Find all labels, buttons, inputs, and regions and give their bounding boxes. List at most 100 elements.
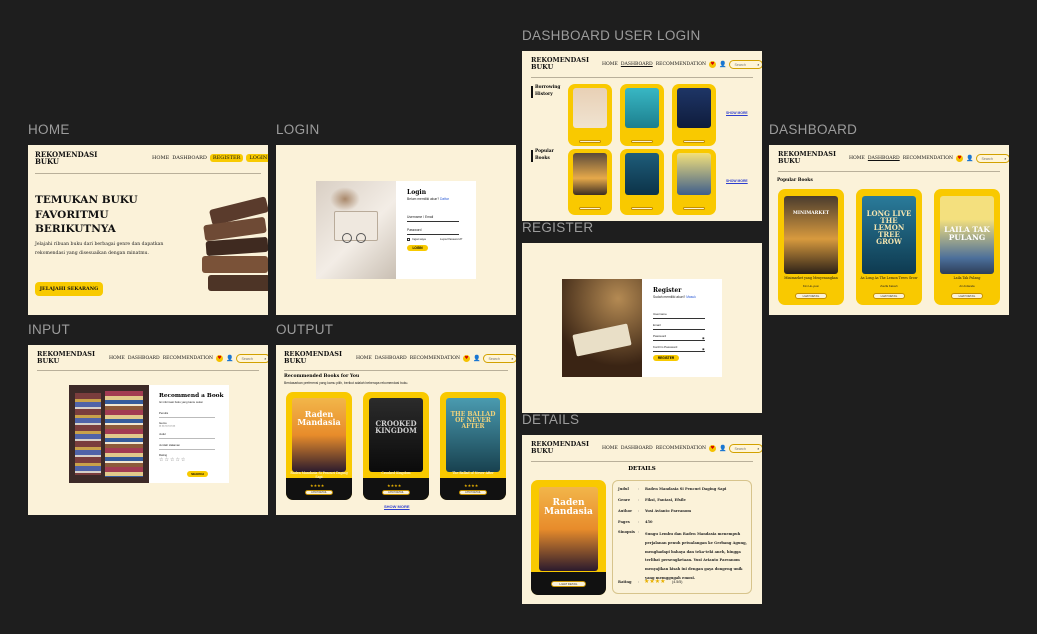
nav-recommendation[interactable]: RECOMMENDATION	[903, 156, 953, 161]
brand-logo[interactable]: REKOMENDASI BUKU	[35, 151, 99, 166]
rating-stars-input[interactable]: ☆☆☆☆☆	[159, 457, 186, 463]
nav-home[interactable]: HOME	[109, 356, 125, 361]
favorites-heart-icon[interactable]: ♥	[708, 61, 716, 68]
book-card[interactable]	[620, 149, 664, 215]
book-card[interactable]	[568, 84, 612, 146]
nav-login-button[interactable]: LOGIN	[246, 154, 268, 162]
favorites-heart-icon[interactable]: ♥	[708, 445, 716, 452]
show-more-link[interactable]: SHOW MORE	[726, 111, 748, 115]
explore-now-button[interactable]: JELAJAHI SEKARANG	[35, 282, 103, 296]
user-icon[interactable]: 👤	[966, 155, 973, 162]
favorites-heart-icon[interactable]: ♥	[462, 355, 470, 362]
search-input[interactable]: Search ⌕	[729, 444, 762, 453]
view-detail-button[interactable]: LIHAT DETAIL	[459, 490, 487, 495]
search-button[interactable]: SEARCH	[187, 471, 208, 477]
view-detail-button[interactable]: LIHAT DETAIL	[305, 490, 333, 495]
show-more-link[interactable]: SHOW MORE	[384, 504, 410, 509]
user-icon[interactable]: 👤	[719, 61, 726, 68]
search-input[interactable]: Search ⌕	[483, 354, 516, 363]
nav-dashboard[interactable]: DASHBOARD	[172, 155, 207, 161]
view-detail-button[interactable]	[579, 207, 601, 210]
book-card[interactable]	[568, 149, 612, 215]
signin-link[interactable]: Masuk	[686, 295, 696, 299]
eye-icon[interactable]: ◉	[702, 347, 705, 351]
search-input[interactable]: Search ⌕	[236, 354, 268, 363]
user-icon[interactable]: 👤	[473, 355, 480, 362]
book-card[interactable]	[672, 149, 716, 215]
view-detail-button[interactable]: LIHAT DETAIL	[382, 490, 410, 495]
nav-dashboard[interactable]: DASHBOARD	[621, 446, 653, 451]
brand-logo[interactable]: REKOMENDASI BUKU	[284, 351, 348, 365]
favorites-heart-icon[interactable]: ♥	[955, 155, 963, 162]
register-button[interactable]: REGISTER	[653, 355, 679, 361]
favorites-heart-icon[interactable]: ♥	[215, 355, 223, 362]
nav-recommendation[interactable]: RECOMMENDATION	[163, 356, 213, 361]
input-nav: HOME DASHBOARD RECOMMENDATION ♥ 👤 Search…	[109, 354, 268, 363]
nav-home[interactable]: HOME	[152, 155, 169, 161]
nav-register-button[interactable]: REGISTER	[209, 154, 244, 162]
book-card[interactable]	[620, 84, 664, 146]
view-detail-button[interactable]	[631, 207, 653, 210]
book-card[interactable]	[672, 84, 716, 146]
book-card[interactable]: THE BALLAD OF NEVER AFTER The Ballad of …	[440, 392, 506, 500]
view-detail-button[interactable]: LIHAT DETAIL	[951, 293, 983, 299]
nav-recommendation[interactable]: RECOMMENDATION	[656, 446, 706, 451]
genre-options[interactable]: ☐ ☐ ☐ ☐ ☐ ☐	[159, 425, 175, 428]
search-input[interactable]: Search ⌕	[976, 154, 1009, 163]
nav-dashboard[interactable]: DASHBOARD	[128, 356, 160, 361]
nav-recommendation[interactable]: RECOMMENDATION	[656, 62, 706, 67]
brand-logo[interactable]: REKOMENDASI BUKU	[37, 351, 101, 365]
user-icon[interactable]: 👤	[719, 445, 726, 452]
forgot-password-link[interactable]: Lupa Password?	[440, 237, 462, 241]
nav-home[interactable]: HOME	[602, 62, 618, 67]
pages-input[interactable]	[159, 449, 215, 450]
remember-label: Ingat saya	[412, 237, 426, 241]
nav-dashboard[interactable]: DASHBOARD	[868, 156, 900, 161]
nav-home[interactable]: HOME	[356, 356, 372, 361]
view-detail-button[interactable]: LIHAT DETAIL	[551, 581, 586, 587]
nav-dashboard[interactable]: DASHBOARD	[375, 356, 407, 361]
book-card[interactable]: CROOKED KINGDOM Crooked Kingdom ★★★★ LIH…	[363, 392, 429, 500]
nav-home[interactable]: HOME	[602, 446, 618, 451]
password-input[interactable]	[407, 234, 459, 235]
eye-icon[interactable]: ◉	[702, 336, 705, 340]
author-input[interactable]	[159, 417, 215, 418]
view-detail-button[interactable]: LIHAT DETAIL	[795, 293, 827, 299]
confirm-password-input[interactable]	[653, 351, 705, 352]
user-icon[interactable]: 👤	[226, 355, 233, 362]
section-bar	[531, 86, 533, 98]
brand-logo[interactable]: REKOMENDASI BUKU	[778, 151, 842, 165]
remember-checkbox[interactable]	[407, 238, 410, 241]
detail-key: Sinopsis	[618, 530, 635, 534]
view-detail-button[interactable]	[579, 140, 601, 143]
brand-logo[interactable]: REKOMENDASI BUKU	[531, 441, 595, 455]
view-detail-button[interactable]	[631, 140, 653, 143]
brand-logo[interactable]: REKOMENDASI BUKU	[531, 57, 595, 71]
book-title: Laila Tak Pulang	[953, 276, 981, 280]
nav-recommendation[interactable]: RECOMMENDATION	[410, 356, 460, 361]
detail-synopsis: Sungu Lembu dan Raden Mandasia menempuh …	[645, 532, 747, 580]
nav-home[interactable]: HOME	[849, 156, 865, 161]
search-input[interactable]: Search ⌕	[729, 60, 762, 69]
view-detail-button[interactable]: LIHAT DETAIL	[873, 293, 905, 299]
book-card[interactable]: LAILA TAK PULANG Laila Tak Pulang Ari Ar…	[934, 189, 1000, 305]
popular-books-heading: Popular Books	[535, 149, 554, 161]
nav-dashboard[interactable]: DASHBOARD	[621, 62, 653, 67]
book-card[interactable]: Raden Mandasia Raden Mandasia Si Pencuri…	[286, 392, 352, 500]
dashboard-frame: REKOMENDASI BUKU HOME DASHBOARD RECOMMEN…	[769, 145, 1009, 315]
signup-link[interactable]: Daftar	[440, 197, 449, 201]
view-detail-button[interactable]	[683, 207, 705, 210]
view-detail-button[interactable]	[683, 140, 705, 143]
password-input[interactable]	[653, 340, 705, 341]
show-more-link[interactable]: SHOW MORE	[726, 179, 748, 183]
username-input[interactable]	[653, 318, 705, 319]
title-input[interactable]	[159, 438, 215, 439]
header-divider	[284, 370, 508, 371]
book-card[interactable]: MINIMARKET Minimarket yang Menyenangkan …	[778, 189, 844, 305]
header-divider	[37, 370, 259, 371]
username-input[interactable]	[407, 221, 459, 222]
book-card[interactable]: LONG LIVE THE LEMON TREE GROW As Long As…	[856, 189, 922, 305]
cover-title: MINIMARKET	[792, 211, 830, 216]
login-button[interactable]: LOGIN	[407, 245, 428, 251]
email-input[interactable]	[653, 329, 705, 330]
